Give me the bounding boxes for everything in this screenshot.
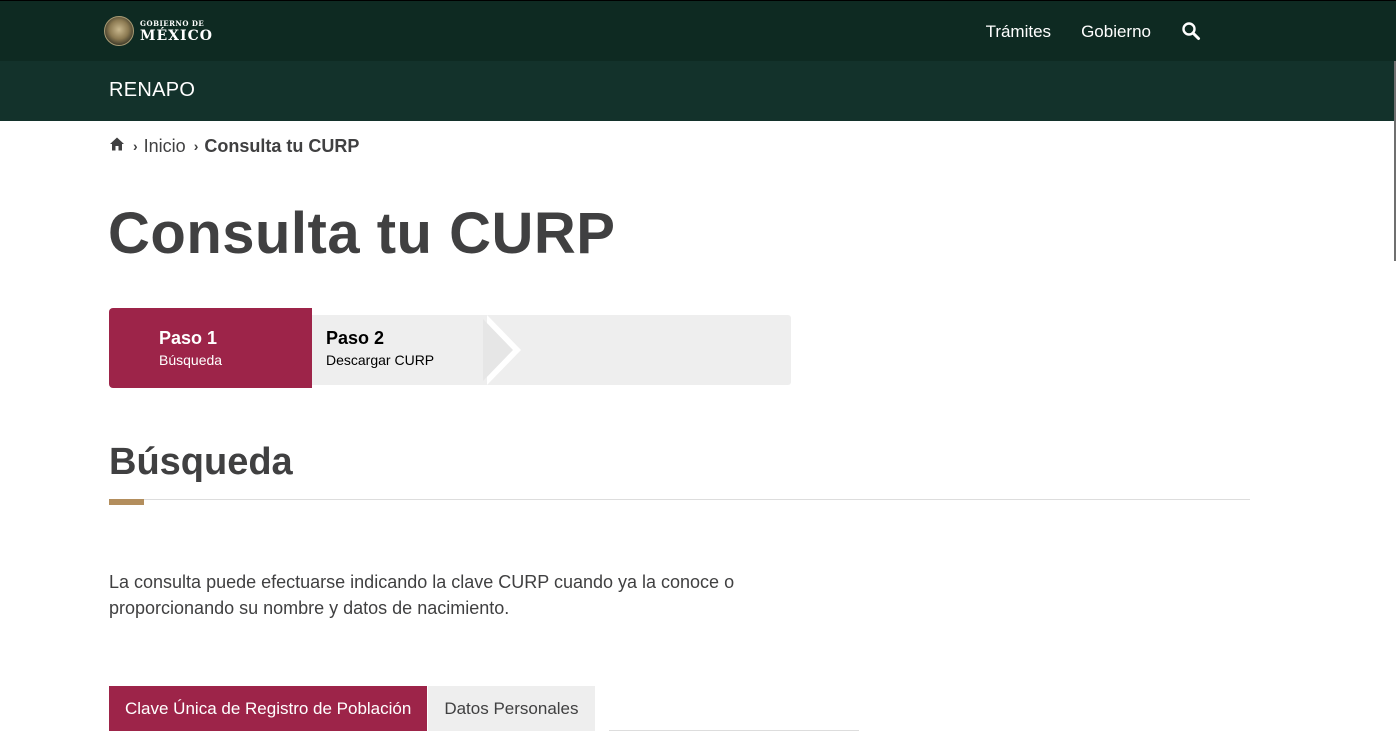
sub-navbar: RENAPO	[0, 61, 1396, 121]
section-title: Búsqueda	[109, 441, 293, 483]
logo-text: GOBIERNO DE MÉXICO	[140, 20, 213, 43]
step-1-number: Paso 1	[159, 328, 218, 348]
tabs-underline	[609, 730, 859, 731]
renapo-link[interactable]: RENAPO	[109, 79, 195, 102]
step-1-description: Búsqueda	[159, 351, 223, 368]
nav-link-tramites[interactable]: Trámites	[986, 22, 1052, 42]
chevron-right-icon: ›	[133, 138, 138, 154]
search-icon[interactable]	[1181, 21, 1203, 43]
chevron-right-icon: ›	[193, 138, 199, 154]
logo-big-text: MÉXICO	[140, 27, 213, 44]
logo-small-text: GOBIERNO DE	[140, 18, 205, 28]
step-2-number: Paso 2	[326, 328, 385, 348]
search-tabs: Clave Única de Registro de Población Dat…	[109, 686, 595, 731]
main-nav: Trámites Gobierno	[986, 1, 1203, 62]
step-1-arrow	[272, 308, 312, 388]
step-progress: Paso 1 Búsqueda Paso 2 Descargar CURP	[109, 308, 791, 388]
breadcrumb-item-current: Consulta tu CURP	[204, 135, 360, 156]
section-accent-bar	[109, 499, 144, 505]
step-1-label: Paso 1 Búsqueda	[159, 328, 222, 368]
tab-clave-curp[interactable]: Clave Única de Registro de Población	[109, 686, 428, 731]
national-seal-icon	[104, 16, 134, 46]
gobierno-de-mexico-logo[interactable]: GOBIERNO DE MÉXICO	[104, 15, 213, 47]
intro-text: La consulta puede efectuarse indicando l…	[109, 572, 735, 618]
breadcrumb-item-inicio[interactable]: Inicio	[144, 136, 186, 157]
step-2-description: Descargar CURP	[326, 351, 435, 368]
top-navbar: GOBIERNO DE MÉXICO Trámites Gobierno	[0, 0, 1396, 61]
section-divider	[109, 499, 1250, 500]
step-2-label: Paso 2 Descargar CURP	[326, 328, 434, 368]
page-title: Consulta tu CURP	[108, 201, 616, 266]
step-2-arrow	[483, 319, 513, 381]
tab-datos-personales[interactable]: Datos Personales	[428, 686, 595, 731]
breadcrumb: › Inicio › Consulta tu CURP	[109, 134, 359, 158]
home-icon[interactable]	[109, 136, 125, 157]
nav-link-gobierno[interactable]: Gobierno	[1081, 22, 1151, 42]
